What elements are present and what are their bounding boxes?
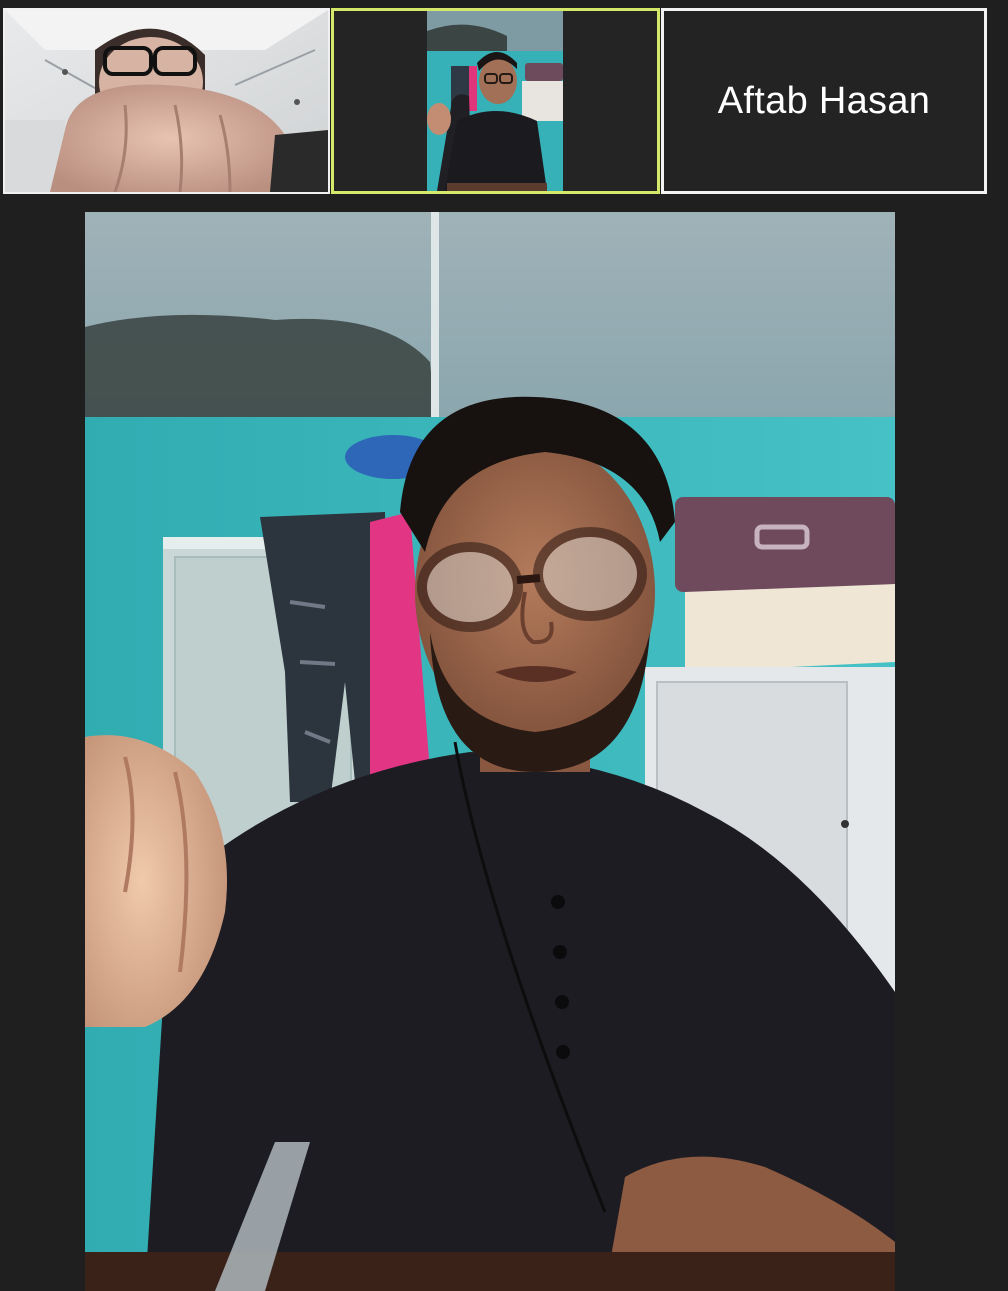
participant-video-1 — [5, 10, 328, 192]
participant-strip: Aftab Hasan — [0, 0, 1008, 200]
main-video-feed — [85, 212, 895, 1291]
participant-tile-1[interactable] — [3, 8, 330, 194]
participant-tile-3[interactable]: Aftab Hasan — [661, 8, 987, 194]
participant-video-2 — [334, 11, 657, 191]
main-speaker-video[interactable] — [85, 212, 895, 1291]
participant-tile-2-active-speaker[interactable] — [331, 8, 660, 194]
participant-name-label: Aftab Hasan — [717, 79, 931, 122]
